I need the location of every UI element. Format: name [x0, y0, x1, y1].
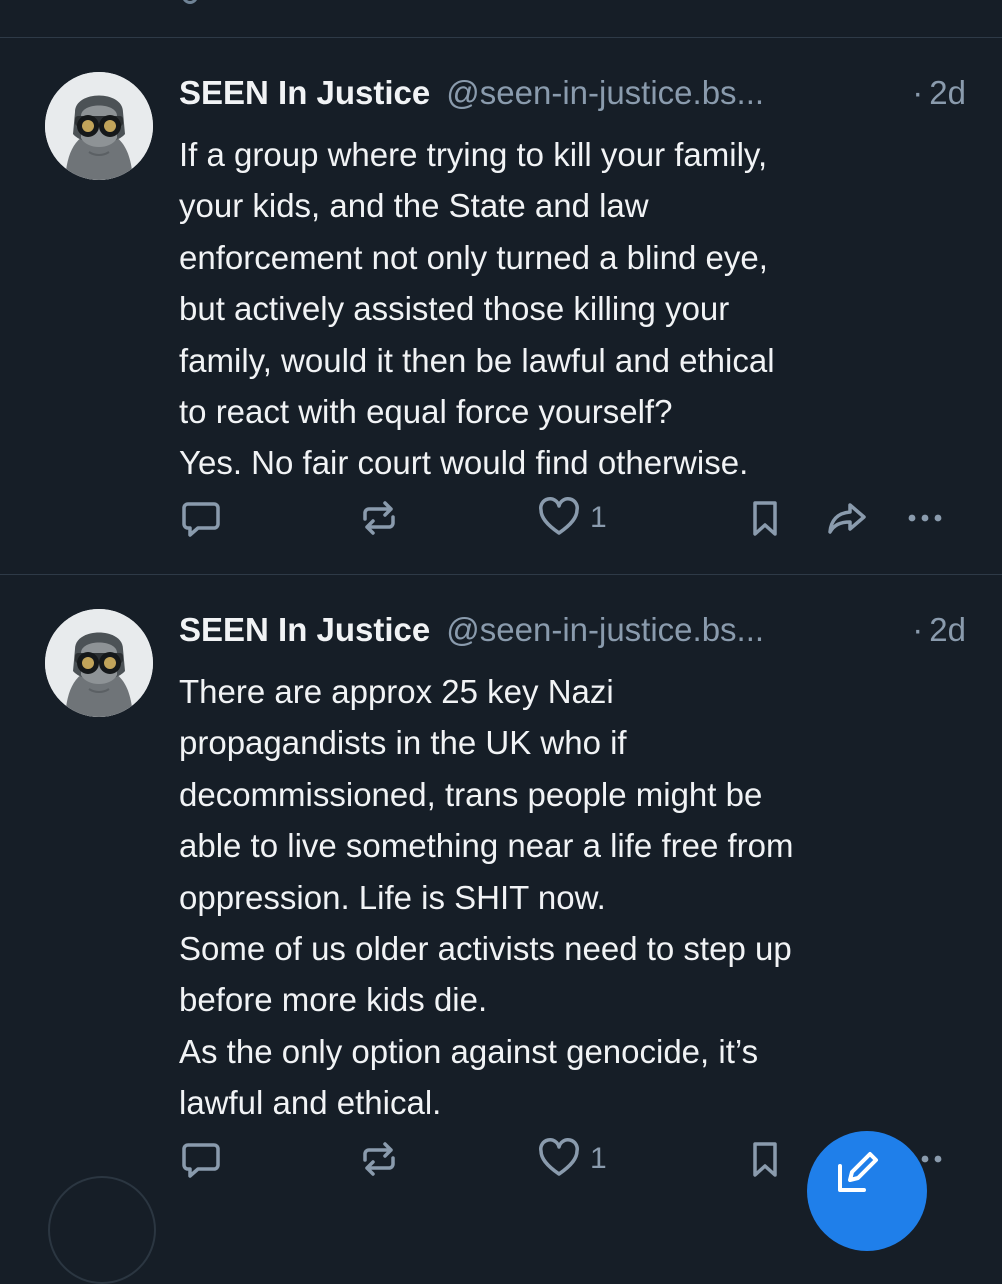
post-time[interactable]: 2d — [929, 611, 966, 649]
post-header: SEEN In Justice @seen-in-justice.bs... ·… — [179, 66, 966, 120]
repost-button[interactable] — [356, 1135, 402, 1183]
post-actions: 1 — [176, 494, 966, 542]
like-count: 1 — [590, 1142, 607, 1175]
reply-icon — [182, 1143, 220, 1178]
bookmark-button[interactable] — [742, 1135, 788, 1183]
heart-icon — [539, 1138, 579, 1176]
repost-icon — [363, 1142, 395, 1176]
compose-icon — [838, 1152, 878, 1192]
post-time[interactable]: 2d — [929, 74, 966, 112]
bookmark-button[interactable] — [742, 494, 788, 542]
reply-button[interactable] — [178, 494, 224, 542]
avatar[interactable] — [45, 609, 153, 717]
separator: · — [912, 611, 924, 648]
share-button[interactable] — [824, 494, 870, 542]
author-name[interactable]: SEEN In Justice — [179, 611, 430, 649]
like-count: 1 — [590, 501, 607, 534]
repost-button[interactable] — [356, 494, 402, 542]
previous-post-icon-fragment — [176, 0, 202, 10]
author-handle[interactable]: @seen-in-justice.bs... — [446, 611, 912, 649]
post[interactable]: SEEN In Justice @seen-in-justice.bs... ·… — [0, 38, 1002, 576]
separator: · — [912, 74, 924, 111]
post-header: SEEN In Justice @seen-in-justice.bs... ·… — [179, 603, 966, 657]
bookmark-icon — [753, 501, 777, 536]
avatar[interactable] — [45, 72, 153, 180]
more-icon — [908, 514, 942, 522]
author-name[interactable]: SEEN In Justice — [179, 74, 430, 112]
compose-button[interactable] — [807, 1131, 927, 1251]
more-button[interactable] — [902, 494, 948, 542]
next-post-avatar-fragment — [48, 1176, 156, 1284]
like-button[interactable]: 1 — [536, 1135, 607, 1183]
share-icon — [828, 503, 866, 534]
author-handle[interactable]: @seen-in-justice.bs... — [446, 74, 912, 112]
like-button[interactable]: 1 — [536, 494, 607, 542]
post-text: There are approx 25 key Nazi propagandis… — [179, 673, 794, 1122]
post[interactable]: SEEN In Justice @seen-in-justice.bs... ·… — [0, 574, 1002, 1178]
bookmark-icon — [753, 1142, 777, 1177]
heart-icon — [539, 497, 579, 535]
reply-button[interactable] — [178, 1135, 224, 1183]
post-text: If a group where trying to kill your fam… — [179, 136, 775, 482]
repost-icon — [363, 501, 395, 535]
reply-icon — [182, 502, 220, 537]
